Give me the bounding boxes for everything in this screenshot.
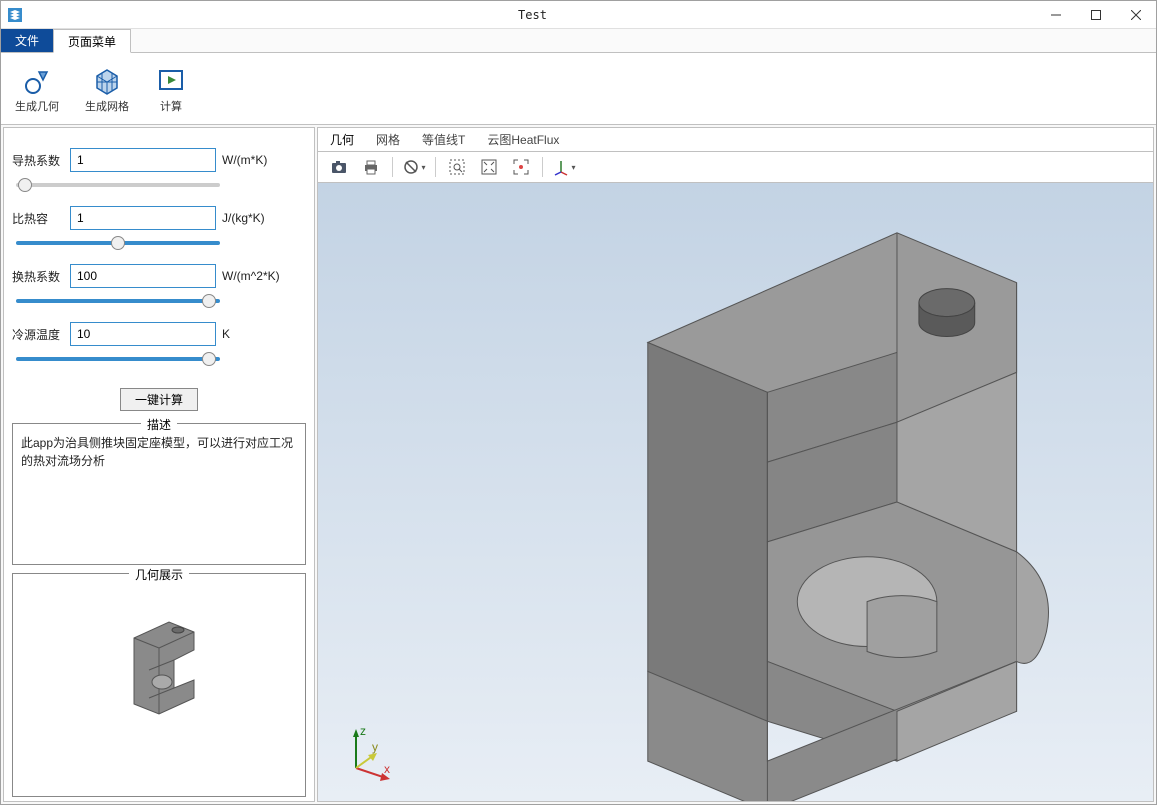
zoom-selection-button[interactable] xyxy=(508,154,534,180)
heat-transfer-coeff-slider[interactable] xyxy=(16,299,220,303)
titlebar: Test xyxy=(1,1,1156,29)
cold-source-temp-unit: K xyxy=(222,327,230,341)
close-button[interactable] xyxy=(1116,1,1156,29)
heat-transfer-coeff-label: 换热系数 xyxy=(12,268,64,285)
selection-icon xyxy=(402,158,420,176)
specific-heat-label: 比热容 xyxy=(12,210,64,227)
printer-icon xyxy=(362,158,380,176)
axis-x-label: x xyxy=(384,762,390,776)
geometry-preview xyxy=(21,584,297,736)
compute-label: 计算 xyxy=(160,98,182,114)
toolbar-separator xyxy=(542,157,543,177)
one-click-calc-button[interactable]: 一键计算 xyxy=(120,388,198,411)
app-icon xyxy=(1,1,29,29)
zoom-selection-icon xyxy=(512,158,530,176)
selection-mode-button[interactable]: ▾ xyxy=(401,154,427,180)
zoom-extents-icon xyxy=(480,158,498,176)
file-tab[interactable]: 文件 xyxy=(1,29,53,52)
print-button[interactable] xyxy=(358,154,384,180)
axes-icon xyxy=(552,158,570,176)
chevron-down-icon: ▾ xyxy=(421,163,425,172)
geometry-icon xyxy=(21,64,53,96)
window-title: Test xyxy=(29,8,1036,22)
axis-y-label: y xyxy=(372,740,378,754)
heat-transfer-coeff-unit: W/(m^2*K) xyxy=(222,269,280,283)
compute-button[interactable]: 计算 xyxy=(151,62,191,116)
mesh-icon xyxy=(91,64,123,96)
geometry-preview-legend: 几何展示 xyxy=(129,566,189,583)
specific-heat-input[interactable] xyxy=(70,206,216,230)
specific-heat-unit: J/(kg*K) xyxy=(222,211,265,225)
compute-icon xyxy=(155,64,187,96)
thermal-conductivity-row: 导热系数 W/(m*K) xyxy=(12,148,306,172)
thermal-conductivity-label: 导热系数 xyxy=(12,152,64,169)
thermal-conductivity-slider[interactable] xyxy=(16,183,220,187)
3d-viewport[interactable]: z x y xyxy=(317,183,1154,802)
cold-source-temp-row: 冷源温度 K xyxy=(12,322,306,346)
window-buttons xyxy=(1036,1,1156,29)
maximize-button[interactable] xyxy=(1076,1,1116,29)
snapshot-button[interactable] xyxy=(326,154,352,180)
specific-heat-row: 比热容 J/(kg*K) xyxy=(12,206,306,230)
axis-z-label: z xyxy=(360,724,366,738)
geometry-thumbnail-icon xyxy=(104,605,214,715)
ribbon-tabs: 文件 页面菜单 xyxy=(1,29,1156,53)
minimize-button[interactable] xyxy=(1036,1,1076,29)
page-menu-tab[interactable]: 页面菜单 xyxy=(53,29,131,53)
view-tab-mesh[interactable]: 网格 xyxy=(374,129,402,150)
view-tab-heatflux[interactable]: 云图HeatFlux xyxy=(485,129,561,150)
axis-tripod: z x y xyxy=(336,723,396,783)
view-toolbar: ▾ ▾ xyxy=(317,151,1154,183)
cold-source-temp-label: 冷源温度 xyxy=(12,326,64,343)
toolbar-separator xyxy=(435,157,436,177)
axes-orientation-button[interactable]: ▾ xyxy=(551,154,577,180)
zoom-box-button[interactable] xyxy=(444,154,470,180)
generate-mesh-button[interactable]: 生成网格 xyxy=(81,62,133,116)
description-legend: 描述 xyxy=(141,416,177,433)
view-tabs: 几何 网格 等值线T 云图HeatFlux xyxy=(317,127,1154,151)
generate-mesh-label: 生成网格 xyxy=(85,98,129,114)
cold-source-temp-slider[interactable] xyxy=(16,357,220,361)
thermal-conductivity-unit: W/(m*K) xyxy=(222,153,267,167)
ribbon: 生成几何 生成网格 计算 xyxy=(1,53,1156,125)
zoom-extents-button[interactable] xyxy=(476,154,502,180)
left-panel: 导热系数 W/(m*K) 比热容 J/(kg*K) 换热系数 W/(m^2*K)… xyxy=(3,127,315,802)
right-panel: 几何 网格 等值线T 云图HeatFlux ▾ ▾ xyxy=(317,127,1154,802)
thermal-conductivity-input[interactable] xyxy=(70,148,216,172)
geometry-3d-view xyxy=(318,183,1153,801)
toolbar-separator xyxy=(392,157,393,177)
view-tab-isoline[interactable]: 等值线T xyxy=(420,129,467,150)
zoom-box-icon xyxy=(448,158,466,176)
description-section: 描述 此app为治具侧推块固定座模型，可以进行对应工况的热对流场分析 xyxy=(12,423,306,565)
cold-source-temp-input[interactable] xyxy=(70,322,216,346)
view-tab-geometry[interactable]: 几何 xyxy=(328,129,356,150)
heat-transfer-coeff-input[interactable] xyxy=(70,264,216,288)
generate-geometry-label: 生成几何 xyxy=(15,98,59,114)
heat-transfer-coeff-row: 换热系数 W/(m^2*K) xyxy=(12,264,306,288)
specific-heat-slider[interactable] xyxy=(16,241,220,245)
chevron-down-icon: ▾ xyxy=(571,163,575,172)
geometry-preview-section: 几何展示 xyxy=(12,573,306,797)
camera-icon xyxy=(330,158,348,176)
generate-geometry-button[interactable]: 生成几何 xyxy=(11,62,63,116)
description-text: 此app为治具侧推块固定座模型，可以进行对应工况的热对流场分析 xyxy=(21,434,297,554)
